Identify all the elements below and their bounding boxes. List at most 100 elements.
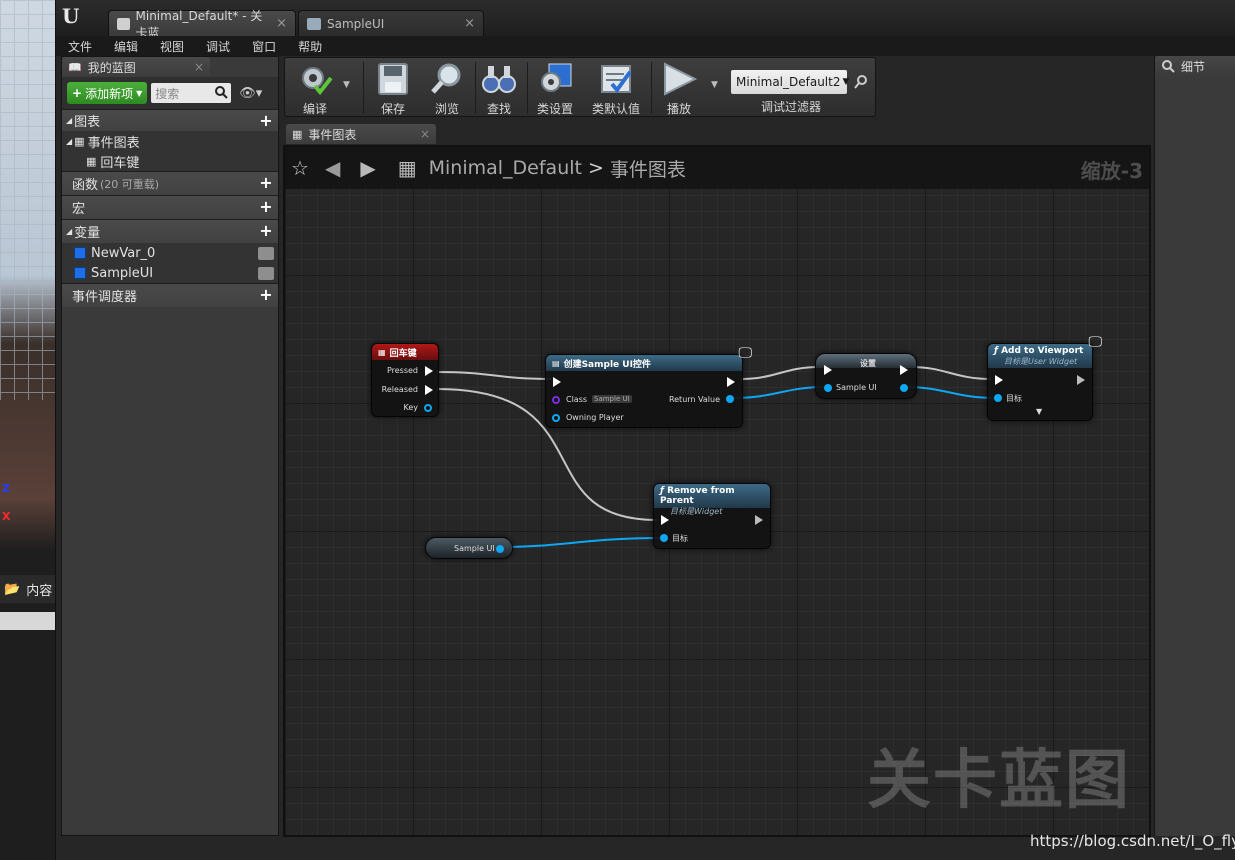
section-graphs[interactable]: ◢ 图表 +: [62, 109, 278, 131]
variable-sampleui[interactable]: SampleUI: [62, 263, 278, 283]
wire-obj-set-target: [904, 386, 996, 399]
tab-sampleui[interactable]: SampleUI ×: [298, 10, 484, 36]
save-label: 保存: [380, 102, 405, 116]
menu-file[interactable]: 文件: [56, 38, 102, 55]
compile-options-chevron-icon[interactable]: ▼: [343, 80, 350, 90]
add-variable-button[interactable]: +: [258, 223, 274, 239]
toolbar-separator: [527, 62, 528, 114]
section-macros[interactable]: 宏 +: [62, 195, 278, 219]
tab-minimal-default[interactable]: Minimal_Default* - 关卡蓝 ×: [108, 9, 296, 40]
event-graph-tab-label: 事件图表: [308, 127, 357, 142]
blueprint-toolbar: 编译 ▼ 保存 浏览 查找 类设置 类默认值 播放 ▼ Minimal_Defa…: [284, 57, 876, 117]
content-label: 内容: [26, 583, 53, 599]
variable-name: NewVar_0: [91, 245, 156, 261]
chevron-down-icon: ▼: [136, 88, 143, 98]
collapse-arrow-icon: ◢: [66, 136, 73, 146]
return-value-pin[interactable]: [726, 395, 734, 403]
close-icon[interactable]: ×: [420, 127, 430, 141]
variable-name: SampleUI: [91, 265, 154, 281]
event-graph-canvas[interactable]: ☆ ◀ ▶ ▦ Minimal_Default > 事件图表 缩放-3 关卡蓝图…: [283, 145, 1151, 837]
event-graph-tab[interactable]: ▦ 事件图表 ×: [286, 124, 436, 144]
event-graph-label: 事件图表: [87, 135, 140, 151]
section-functions-label: 函数: [72, 178, 99, 193]
class-settings-button[interactable]: 类设置: [529, 60, 581, 116]
exec-pin-in[interactable]: [553, 377, 561, 387]
eye-icon[interactable]: 👁▾: [239, 86, 262, 101]
node-title: 设置: [860, 359, 876, 368]
tree-item-enter-key[interactable]: ▦ 回车键: [62, 151, 278, 171]
details-tab[interactable]: 细节: [1155, 56, 1235, 76]
class-select[interactable]: Sample UI: [592, 395, 632, 403]
target-pin[interactable]: [660, 534, 668, 542]
node-header: ƒ Remove from Parent 目标是Widget: [654, 484, 770, 516]
close-icon[interactable]: ×: [194, 60, 204, 74]
menu-edit[interactable]: 编辑: [102, 38, 148, 55]
debug-object-select[interactable]: Minimal_Default2 ▼: [731, 70, 849, 94]
save-button[interactable]: 保存: [367, 60, 419, 116]
browse-button[interactable]: 浏览: [421, 60, 473, 116]
key-pin[interactable]: [424, 404, 432, 412]
play-button[interactable]: 播放: [653, 60, 705, 116]
menu-debug[interactable]: 调试: [194, 38, 240, 55]
toolbar-separator: [363, 62, 364, 114]
menu-view[interactable]: 视图: [148, 38, 194, 55]
section-dispatchers-label: 事件调度器: [72, 290, 138, 305]
document-tab-bar: U Minimal_Default* - 关卡蓝 × SampleUI ×: [56, 0, 1235, 40]
level-viewport-background: Z X 📂 内容: [0, 0, 56, 860]
add-new-label: 添加新项: [85, 86, 134, 101]
find-button[interactable]: 查找: [473, 60, 525, 116]
exec-pin-in[interactable]: [824, 365, 832, 375]
visibility-eye-icon[interactable]: [258, 246, 274, 260]
node-add-to-viewport[interactable]: ƒ Add to Viewport 目标是User Widget 🖵 目标 ▼: [987, 334, 1102, 421]
add-new-button[interactable]: + 添加新项 ▼: [67, 82, 148, 104]
exec-pin-out[interactable]: [1077, 375, 1085, 385]
sampleui-input-pin[interactable]: [824, 384, 832, 392]
expand-chevron-icon[interactable]: ▼: [1036, 407, 1042, 416]
find-binoculars-icon: [482, 66, 516, 93]
sampleui-output-pin[interactable]: [900, 384, 908, 392]
tree-item-event-graph[interactable]: ◢ ▦ 事件图表: [62, 131, 278, 151]
exec-pin-out[interactable]: [727, 377, 735, 387]
content-browser-bar[interactable]: 📂 内容: [0, 575, 56, 603]
section-graphs-label: 图表: [74, 115, 101, 130]
debug-search-icon[interactable]: [853, 74, 869, 90]
node-get-sampleui[interactable]: Sample UI: [425, 537, 513, 559]
pin-released-label: Released: [381, 385, 418, 394]
add-dispatcher-button[interactable]: +: [258, 287, 274, 303]
visibility-eye-icon[interactable]: [258, 266, 274, 280]
compile-button[interactable]: 编译: [289, 60, 341, 116]
node-enter-key-event[interactable]: ▦ 回车键 Pressed Released Key: [371, 343, 439, 417]
exec-pin-out[interactable]: [900, 365, 908, 375]
exec-pin-in[interactable]: [661, 515, 669, 525]
section-event-dispatchers[interactable]: 事件调度器 +: [62, 283, 278, 307]
search-input[interactable]: 搜索: [151, 83, 232, 103]
exec-pin-out[interactable]: [755, 515, 763, 525]
graph-icon: ▦: [74, 134, 85, 148]
node-set-variable[interactable]: 设置 Sample UI: [815, 353, 917, 399]
node-remove-from-parent[interactable]: ƒ Remove from Parent 目标是Widget 目标: [653, 483, 771, 549]
menu-window[interactable]: 窗口: [240, 38, 286, 55]
play-options-chevron-icon[interactable]: ▼: [711, 80, 718, 90]
exec-pin-released[interactable]: [425, 385, 433, 395]
add-function-button[interactable]: +: [258, 175, 274, 191]
close-icon[interactable]: ×: [276, 16, 287, 31]
menu-help[interactable]: 帮助: [286, 38, 332, 55]
getter-output-pin[interactable]: [496, 545, 504, 553]
close-icon[interactable]: ×: [464, 16, 475, 31]
exec-pin-in[interactable]: [995, 375, 1003, 385]
my-blueprint-tab[interactable]: 📖 我的蓝图 ×: [62, 57, 210, 77]
class-defaults-button[interactable]: 类默认值: [585, 60, 647, 116]
owning-player-pin[interactable]: [552, 414, 560, 422]
node-header: ƒ Add to Viewport 目标是User Widget: [988, 344, 1092, 368]
tab-label: SampleUI: [327, 16, 385, 31]
exec-pin-pressed[interactable]: [425, 366, 433, 376]
browse-label: 浏览: [434, 102, 459, 116]
class-pin[interactable]: [552, 396, 560, 404]
variable-newvar-0[interactable]: NewVar_0: [62, 243, 278, 263]
section-functions[interactable]: 函数 (20 可重载) +: [62, 171, 278, 195]
section-variables[interactable]: ◢ 变量 +: [62, 219, 278, 243]
node-create-widget[interactable]: ▤ 创建Sample UI控件 🖵 Class Sample UI Return…: [545, 345, 752, 428]
target-pin[interactable]: [994, 394, 1002, 402]
add-graph-button[interactable]: +: [258, 113, 274, 129]
add-macro-button[interactable]: +: [258, 199, 274, 215]
